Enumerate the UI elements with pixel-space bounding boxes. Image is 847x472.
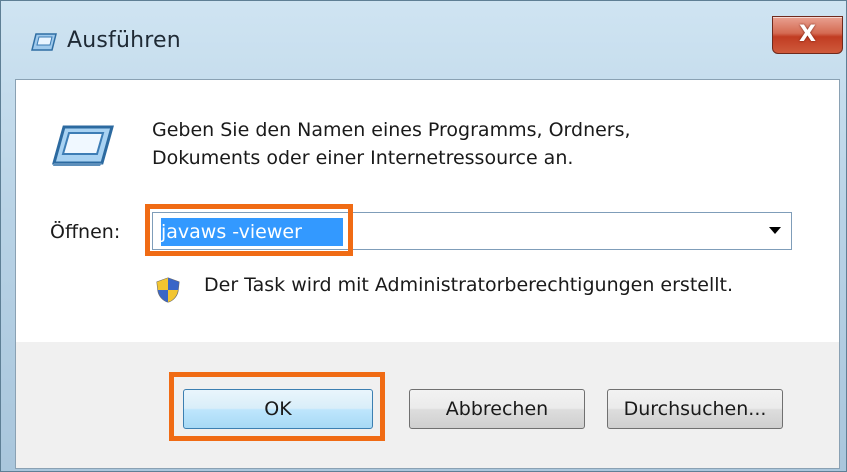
input-highlight-box — [145, 204, 353, 256]
open-label: Öffnen: — [50, 221, 121, 243]
instruction-line-1: Geben Sie den Namen eines Programms, Ord… — [152, 119, 631, 141]
run-icon — [52, 125, 114, 166]
title-bar[interactable]: Ausführen X — [1, 1, 846, 81]
admin-note: Der Task wird mit Administratorberechtig… — [204, 274, 734, 296]
dialog-content: Geben Sie den Namen eines Programms, Ord… — [16, 80, 839, 342]
dialog-client-area: Geben Sie den Namen eines Programms, Ord… — [15, 79, 840, 469]
instruction-text: Geben Sie den Namen eines Programms, Ord… — [152, 116, 752, 172]
browse-button[interactable]: Durchsuchen... — [607, 389, 783, 429]
chevron-down-icon[interactable] — [769, 227, 781, 234]
close-button[interactable]: X — [772, 16, 843, 54]
ok-highlight-box — [169, 372, 385, 441]
run-icon — [31, 33, 57, 51]
run-dialog-window: Ausführen X Geben Sie den Namen eines Pr… — [0, 0, 847, 472]
close-icon: X — [799, 22, 816, 47]
cancel-button[interactable]: Abbrechen — [409, 389, 585, 429]
uac-shield-icon — [156, 277, 180, 303]
instruction-line-2: Dokuments oder einer Internetressource a… — [152, 147, 574, 169]
window-title: Ausführen — [67, 28, 181, 53]
